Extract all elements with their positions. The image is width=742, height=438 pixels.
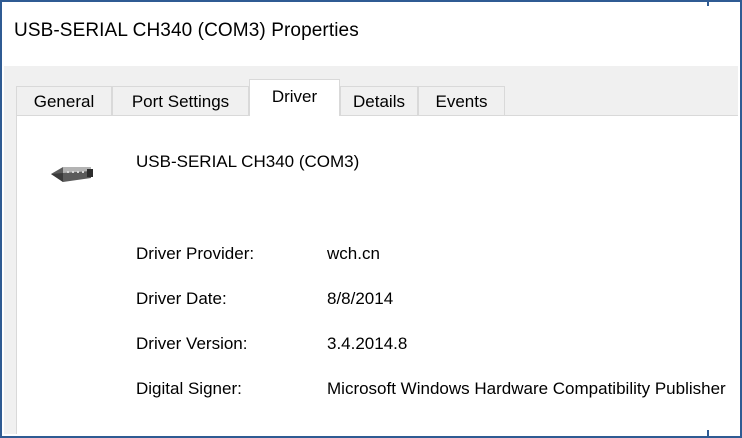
device-name: USB-SERIAL CH340 (COM3): [136, 152, 360, 171]
driver-version-value: 3.4.2014.8: [327, 334, 408, 353]
window-edge-bottom: [707, 430, 709, 436]
title-bar[interactable]: USB-SERIAL CH340 (COM3) Properties: [4, 4, 738, 66]
tab-details[interactable]: Details: [340, 86, 418, 115]
serial-port-icon: [51, 167, 93, 182]
driver-provider-label: Driver Provider:: [136, 244, 255, 263]
tab-driver[interactable]: Driver: [249, 79, 340, 116]
driver-date-value: 8/8/2014: [327, 289, 394, 308]
driver-date-label: Driver Date:: [136, 289, 227, 308]
digital-signer-label: Digital Signer:: [136, 379, 242, 398]
driver-provider-value: wch.cn: [327, 244, 380, 263]
driver-version-label: Driver Version:: [136, 334, 248, 353]
window-edge-top: [707, 0, 709, 6]
digital-signer-value: Microsoft Windows Hardware Compatibility…: [327, 379, 726, 398]
tab-general[interactable]: General: [16, 86, 112, 115]
tab-events[interactable]: Events: [418, 86, 505, 115]
properties-dialog: USB-SERIAL CH340 (COM3) Properties Gener…: [0, 0, 742, 438]
driver-tab-panel: USB-SERIAL CH340 (COM3) Driver Provider:…: [16, 115, 738, 434]
dialog-body: General Port Settings Driver Details Eve…: [4, 66, 738, 434]
tab-port-settings[interactable]: Port Settings: [112, 86, 249, 115]
window-title: USB-SERIAL CH340 (COM3) Properties: [14, 20, 359, 41]
